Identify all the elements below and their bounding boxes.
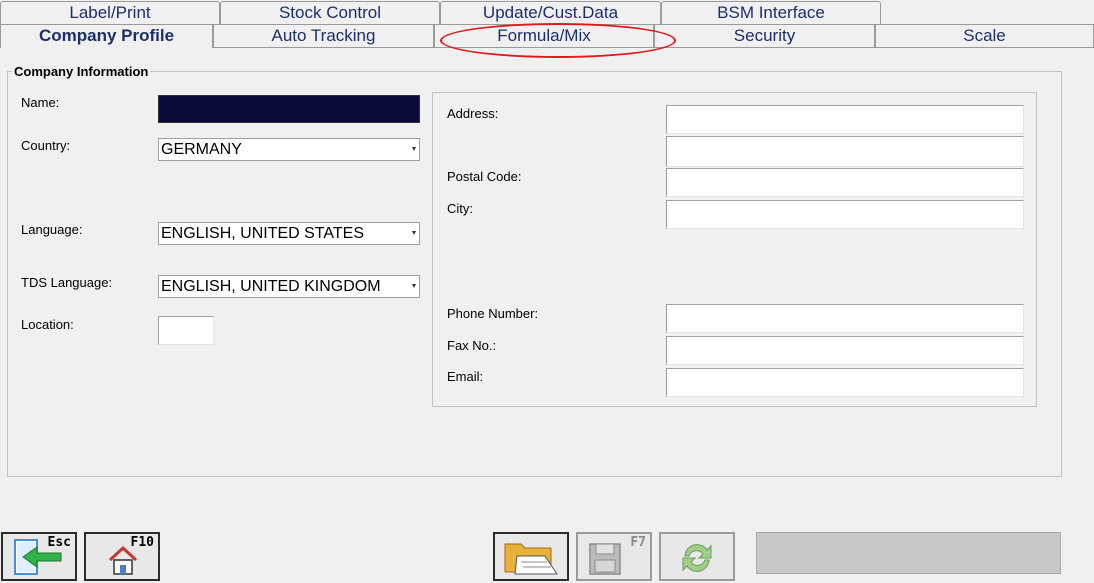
- name-label: Name:: [21, 95, 60, 110]
- tab-row-front: Company Profile Auto Tracking Formula/Mi…: [0, 24, 1094, 48]
- phone-field[interactable]: [666, 304, 1024, 333]
- tds-language-label: TDS Language:: [21, 275, 113, 290]
- group-title: Company Information: [12, 64, 151, 79]
- tab-formula-mix[interactable]: Formula/Mix: [434, 24, 654, 48]
- tab-label: Company Profile: [38, 26, 175, 45]
- tab-stock-control[interactable]: Stock Control: [220, 1, 440, 25]
- tab-label: Formula/Mix: [497, 26, 591, 45]
- save-key-label: F7: [630, 535, 646, 550]
- home-key-label: F10: [130, 535, 154, 550]
- phone-label: Phone Number:: [447, 306, 539, 321]
- tab-bsm-interface[interactable]: BSM Interface: [661, 1, 881, 25]
- status-bar: [756, 532, 1061, 574]
- refresh-arrows-icon: [682, 544, 712, 572]
- fax-label: Fax No.:: [447, 338, 497, 353]
- postal-code-label: Postal Code:: [447, 169, 522, 184]
- tab-label: Stock Control: [278, 3, 382, 22]
- home-button[interactable]: F10: [84, 532, 160, 581]
- tds-language-value: ENGLISH, UNITED KINGDOM: [161, 278, 381, 295]
- dropdown-arrow-icon[interactable]: [412, 147, 416, 151]
- tab-label-print[interactable]: Label/Print: [0, 1, 220, 25]
- tab-company-profile[interactable]: Company Profile: [0, 24, 213, 48]
- country-select[interactable]: GERMANY: [158, 138, 420, 161]
- language-value: ENGLISH, UNITED STATES: [161, 225, 364, 242]
- address-label: Address:: [447, 106, 499, 121]
- city-field[interactable]: [666, 200, 1024, 229]
- tab-label: BSM Interface: [717, 3, 825, 22]
- tds-language-select[interactable]: ENGLISH, UNITED KINGDOM: [158, 275, 420, 298]
- address-line2-field[interactable]: [666, 136, 1024, 167]
- postal-code-field[interactable]: [666, 168, 1024, 197]
- tab-label: Scale: [963, 26, 1006, 45]
- location-label: Location:: [21, 317, 74, 332]
- country-label: Country:: [21, 138, 71, 153]
- tab-scale[interactable]: Scale: [875, 24, 1094, 48]
- tab-row-back: Label/Print Stock Control Update/Cust.Da…: [0, 1, 881, 25]
- dropdown-arrow-icon[interactable]: [412, 231, 416, 235]
- tab-label: Update/Cust.Data: [482, 3, 619, 22]
- location-field[interactable]: [158, 316, 214, 345]
- tab-baseline: [213, 47, 1094, 48]
- open-button[interactable]: [493, 532, 569, 581]
- tab-security[interactable]: Security: [654, 24, 875, 48]
- exit-key-label: Esc: [47, 535, 71, 550]
- language-select[interactable]: ENGLISH, UNITED STATES: [158, 222, 420, 245]
- open-folder-icon: [504, 543, 558, 575]
- language-label: Language:: [21, 222, 83, 237]
- tab-update-cust-data[interactable]: Update/Cust.Data: [440, 1, 661, 25]
- tab-label: Auto Tracking: [271, 26, 376, 45]
- refresh-button[interactable]: [659, 532, 735, 581]
- fax-field[interactable]: [666, 336, 1024, 365]
- email-field[interactable]: [666, 368, 1024, 397]
- exit-button[interactable]: Esc: [1, 532, 77, 581]
- dropdown-arrow-icon[interactable]: [412, 284, 416, 288]
- save-button[interactable]: F7: [576, 532, 652, 581]
- country-value: GERMANY: [161, 141, 242, 158]
- tab-label: Label/Print: [69, 3, 151, 22]
- tab-auto-tracking[interactable]: Auto Tracking: [213, 24, 434, 48]
- email-label: Email:: [447, 369, 484, 384]
- name-field[interactable]: [158, 95, 420, 123]
- tab-label: Security: [733, 26, 796, 45]
- address-line1-field[interactable]: [666, 105, 1024, 134]
- city-label: City:: [447, 201, 473, 216]
